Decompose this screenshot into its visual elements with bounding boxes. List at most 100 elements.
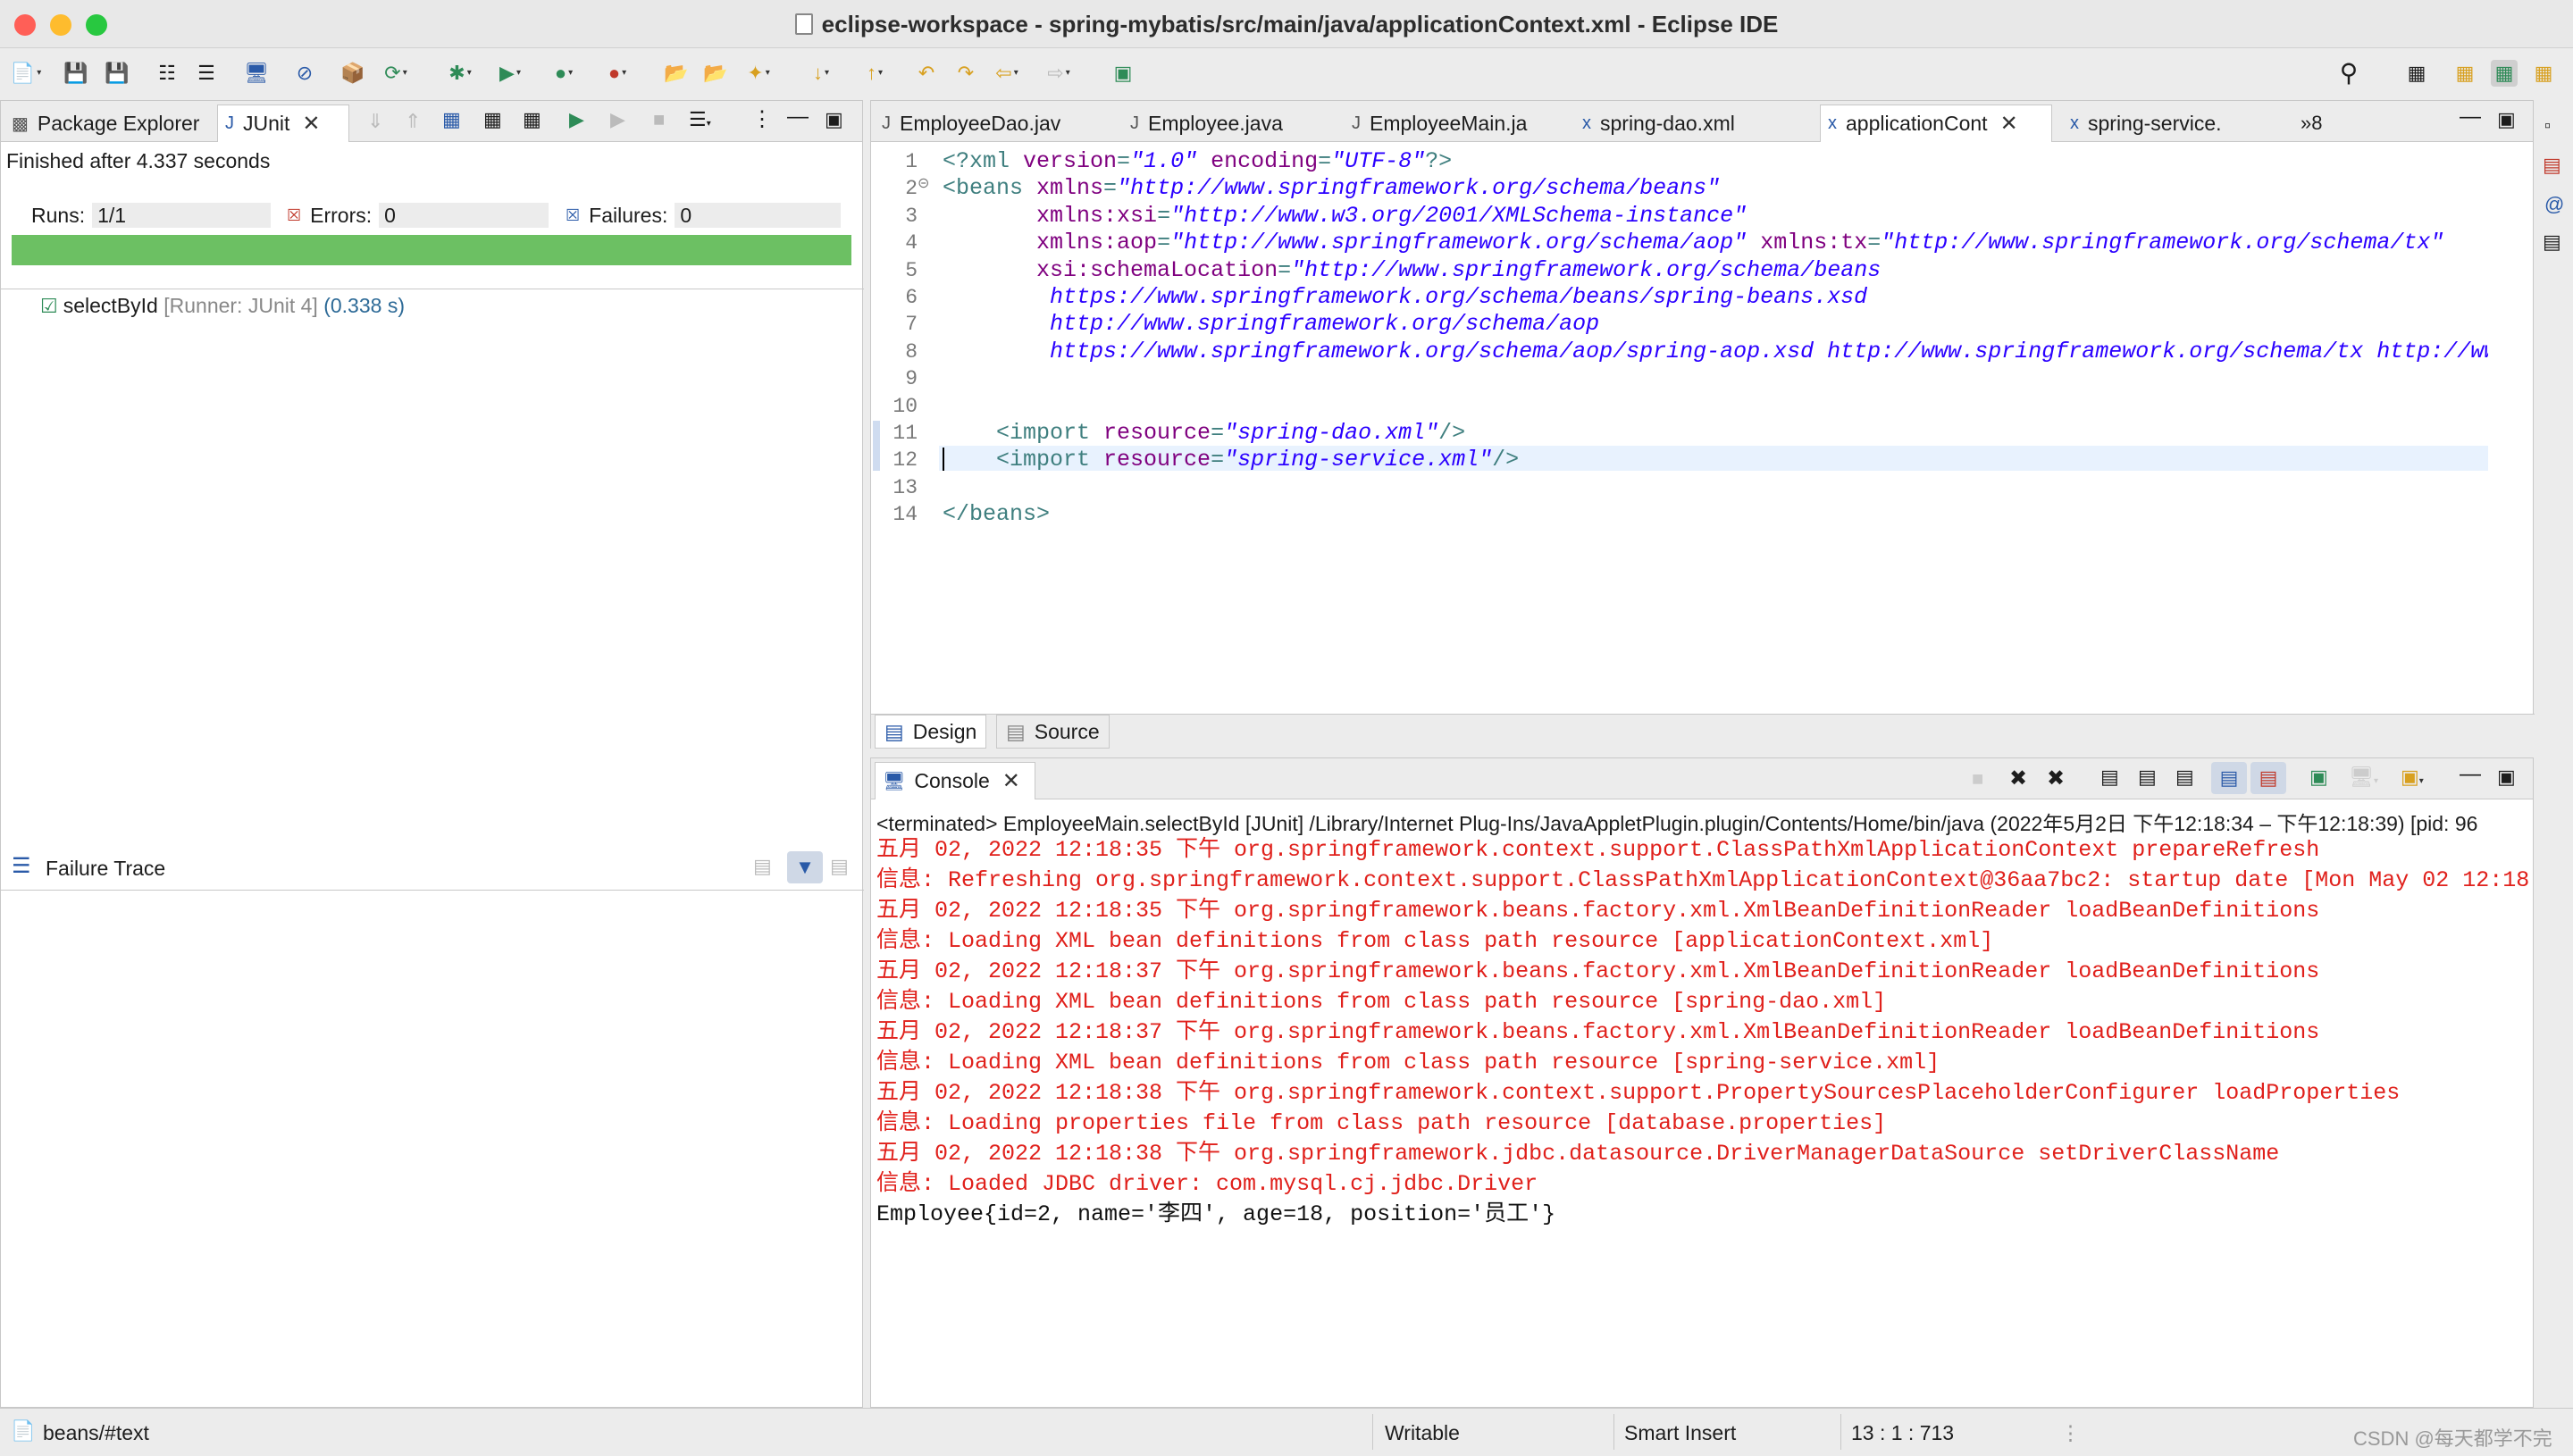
view-menu-icon[interactable]: ⋮ xyxy=(751,106,773,132)
tab-spring-dao[interactable]: x spring-dao.xml xyxy=(1575,105,1789,142)
tab-employeedao[interactable]: J EmployeeDao.jav xyxy=(875,105,1116,142)
show-stderr-icon[interactable]: ▤ xyxy=(2250,762,2286,794)
remove-all-icon[interactable]: ✖ xyxy=(2047,766,2065,791)
clear-console-icon[interactable]: ▤ xyxy=(2100,766,2119,789)
rerun-failed-icon[interactable]: ▶ xyxy=(610,108,625,131)
rerun-icon[interactable]: ▶ xyxy=(569,108,584,131)
restore-icon[interactable]: ▫ xyxy=(2544,116,2551,137)
code-line: <?xml version="1.0" encoding="UTF-8"?> xyxy=(943,149,1452,174)
code-line: <import resource="spring-dao.xml"/> xyxy=(943,421,1465,446)
maximize-icon[interactable]: ▣ xyxy=(825,108,843,131)
tab-spring-service[interactable]: x spring-service. xyxy=(2063,105,2268,142)
tab-overflow-button[interactable]: »8 xyxy=(2301,112,2322,135)
declaration-icon[interactable]: ▤ xyxy=(2543,230,2561,254)
monitor-icon[interactable]: 🖥 xyxy=(243,60,270,87)
debug-perspective-icon[interactable]: ▦ xyxy=(2491,60,2518,87)
show-stdout-icon[interactable]: ▤ xyxy=(2211,762,2247,794)
debug-icon[interactable]: ✱ ▾ xyxy=(447,60,474,87)
terminal-icon[interactable]: ☰ xyxy=(193,60,220,87)
code-token: /> xyxy=(1492,447,1520,473)
save-icon[interactable]: 💾 xyxy=(63,60,89,87)
prev-annotation-icon[interactable]: ↑ ▾ xyxy=(861,60,888,87)
tab-console[interactable]: 🖥 Console ✕ xyxy=(875,762,1035,799)
console-output[interactable]: 五月 02, 2022 12:18:35 下午 org.springframew… xyxy=(876,835,2531,1398)
test-tree-item[interactable]: ☑ selectById [Runner: JUnit 4] (0.338 s) xyxy=(40,294,405,318)
show-failures-only-icon[interactable]: ▦ xyxy=(442,108,461,131)
code-token: resource xyxy=(1103,420,1211,446)
code-token: /> xyxy=(1438,420,1466,446)
save-all-icon[interactable]: 💾 xyxy=(104,60,130,87)
compare-results-icon[interactable]: ▤ xyxy=(753,855,772,878)
console-icon[interactable]: ☷ xyxy=(154,60,180,87)
forward-icon[interactable]: ⇦ ▾ xyxy=(993,60,1020,87)
stop-icon[interactable]: ■ xyxy=(653,108,665,131)
run-icon[interactable]: ▶ ▾ xyxy=(497,60,524,87)
code-token: xmlns xyxy=(1036,175,1104,202)
previous-failure-icon[interactable]: ⇑ xyxy=(405,110,421,133)
tab-junit[interactable]: J JUnit ✕ xyxy=(217,105,349,142)
last-edit-icon[interactable]: ↶ xyxy=(913,60,940,87)
code-token: "http://www.w3.org/2001/XMLSchema-instan… xyxy=(1170,202,1747,229)
next-failure-icon[interactable]: ⇓ xyxy=(367,110,383,133)
close-icon[interactable]: ✕ xyxy=(2000,111,2018,137)
history-icon[interactable]: ☰▾ xyxy=(689,108,711,131)
pin-console-icon[interactable]: ▣ xyxy=(2309,766,2328,789)
tab-label: Employee.java xyxy=(1148,111,1283,135)
minimize-icon[interactable]: — xyxy=(2460,105,2481,130)
status-grip-icon[interactable]: ⋮ xyxy=(2060,1421,2081,1445)
code-token: "http://www.springframework.org/schema/b… xyxy=(1291,256,1882,283)
open-project-icon[interactable]: 📂 xyxy=(702,60,729,87)
minimize-icon[interactable]: — xyxy=(2460,762,2481,787)
new-icon[interactable]: 📄 ▾ xyxy=(11,60,41,87)
new-window-icon[interactable]: ⇨ ▾ xyxy=(1045,60,1072,87)
tab-applicationcontext[interactable]: x applicationCont ✕ xyxy=(1820,105,2052,142)
skip-breakpoints-icon[interactable]: ⊘ xyxy=(291,60,318,87)
hierarchy-icon[interactable]: ▦ xyxy=(523,108,541,131)
errors-value: 0 xyxy=(379,203,549,228)
pin-icon[interactable]: ▣ xyxy=(1110,60,1136,87)
java-ee-icon[interactable]: ▦ xyxy=(2451,60,2478,87)
javadoc-icon[interactable]: @ xyxy=(2544,193,2564,216)
outline-icon[interactable]: ▤ xyxy=(2543,154,2561,177)
minimize-icon[interactable]: — xyxy=(787,105,809,130)
external-tools-icon[interactable]: ● ▾ xyxy=(604,60,631,87)
scroll-lock-icon[interactable]: ▦ xyxy=(483,108,502,131)
right-trim-bar: ▫ ▤ @ ▤ xyxy=(2535,100,2573,1406)
scroll-lock-icon[interactable]: ▤ xyxy=(2138,766,2157,789)
close-icon[interactable]: ✕ xyxy=(1002,768,1020,794)
code-token: http://www.springframework.org/schema/ao… xyxy=(943,311,1600,338)
java-perspective-icon[interactable]: ▦ xyxy=(2530,60,2557,87)
wand-icon[interactable]: ✦ ▾ xyxy=(745,60,772,87)
failures-value: 0 xyxy=(675,203,842,228)
tab-employeemain[interactable]: J EmployeeMain.ja xyxy=(1345,105,1568,142)
open-perspective-icon[interactable]: ▦ xyxy=(2403,60,2430,87)
package-icon[interactable]: 📦 xyxy=(339,60,366,87)
code-line: https://www.springframework.org/schema/b… xyxy=(943,285,1867,310)
tab-package-explorer[interactable]: ▩ Package Explorer xyxy=(4,105,212,142)
tab-label: spring-service. xyxy=(2088,111,2222,135)
junit-icon: J xyxy=(225,113,234,133)
search-icon[interactable]: ⚲ xyxy=(2335,60,2362,87)
maximize-icon[interactable]: ▣ xyxy=(2497,108,2516,131)
back-icon[interactable]: ↷ xyxy=(952,60,979,87)
display-console-icon[interactable]: 🖥▾ xyxy=(2349,766,2378,789)
code-area[interactable]: 1 <?xml version="1.0" encoding="UTF-8"?> 2… xyxy=(871,146,2488,610)
tab-source[interactable]: ▤ Source xyxy=(996,715,1110,749)
tab-employee[interactable]: J Employee.java xyxy=(1123,105,1337,142)
word-wrap-icon[interactable]: ▤ xyxy=(2175,766,2194,789)
copy-trace-icon[interactable]: ▤ xyxy=(830,855,849,878)
code-line: xsi:schemaLocation="http://www.springfra… xyxy=(943,256,1882,283)
refresh-icon[interactable]: ⟳ ▾ xyxy=(382,60,409,87)
junit-status-text: Finished after 4.337 seconds xyxy=(6,149,271,172)
maximize-icon[interactable]: ▣ xyxy=(2497,766,2516,789)
coverage-icon[interactable]: ● ▾ xyxy=(550,60,577,87)
next-annotation-icon[interactable]: ↓ ▾ xyxy=(808,60,834,87)
close-icon[interactable]: ✕ xyxy=(302,111,320,137)
filter-stack-icon[interactable]: ▼ xyxy=(787,851,823,883)
remove-launch-icon[interactable]: ✖ xyxy=(2009,766,2027,791)
open-console-icon[interactable]: ▣▾ xyxy=(2401,766,2424,789)
tab-label: Source xyxy=(1034,719,1100,743)
open-folder-icon[interactable]: 📂 xyxy=(663,60,690,87)
tab-design[interactable]: ▤ Design xyxy=(875,715,987,749)
terminate-icon[interactable]: ■ xyxy=(1972,767,1983,791)
